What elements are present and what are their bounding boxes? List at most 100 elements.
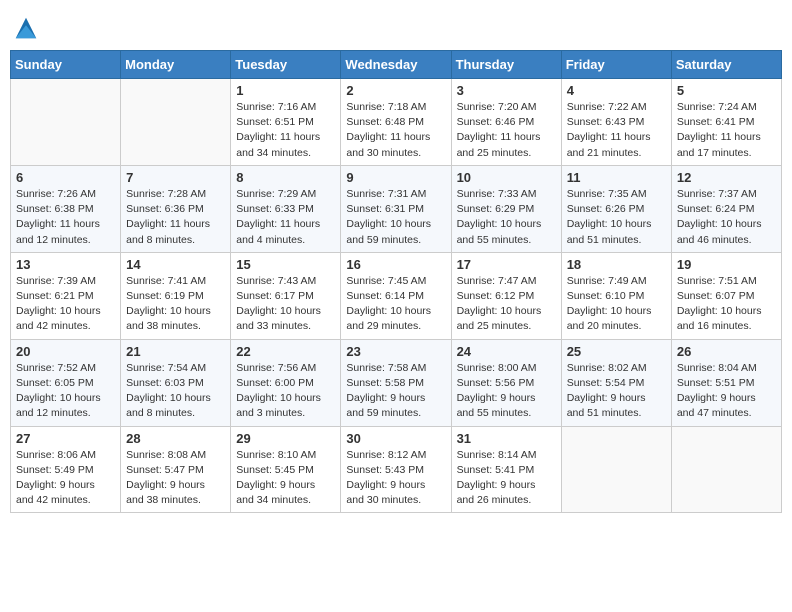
calendar-cell: [561, 426, 671, 513]
calendar-cell: 18 Sunrise: 7:49 AM Sunset: 6:10 PM Dayli…: [561, 252, 671, 339]
cell-content: Sunrise: 7:18 AM Sunset: 6:48 PM Dayligh…: [346, 100, 445, 161]
day-number: 29: [236, 431, 335, 446]
day-number: 21: [126, 344, 225, 359]
cell-content: Sunrise: 8:04 AM Sunset: 5:51 PM Dayligh…: [677, 361, 776, 422]
cell-content: Sunrise: 7:43 AM Sunset: 6:17 PM Dayligh…: [236, 274, 335, 335]
calendar-cell: 26 Sunrise: 8:04 AM Sunset: 5:51 PM Dayli…: [671, 339, 781, 426]
header-row: SundayMondayTuesdayWednesdayThursdayFrid…: [11, 51, 782, 79]
day-number: 18: [567, 257, 666, 272]
calendar-cell: [671, 426, 781, 513]
calendar-cell: [11, 79, 121, 166]
cell-content: Sunrise: 7:54 AM Sunset: 6:03 PM Dayligh…: [126, 361, 225, 422]
cell-content: Sunrise: 7:29 AM Sunset: 6:33 PM Dayligh…: [236, 187, 335, 248]
day-number: 9: [346, 170, 445, 185]
calendar-week-2: 6 Sunrise: 7:26 AM Sunset: 6:38 PM Daylig…: [11, 165, 782, 252]
calendar-cell: 15 Sunrise: 7:43 AM Sunset: 6:17 PM Dayli…: [231, 252, 341, 339]
day-number: 26: [677, 344, 776, 359]
cell-content: Sunrise: 7:51 AM Sunset: 6:07 PM Dayligh…: [677, 274, 776, 335]
weekday-header-sunday: Sunday: [11, 51, 121, 79]
calendar-cell: 31 Sunrise: 8:14 AM Sunset: 5:41 PM Dayli…: [451, 426, 561, 513]
cell-content: Sunrise: 7:26 AM Sunset: 6:38 PM Dayligh…: [16, 187, 115, 248]
weekday-header-tuesday: Tuesday: [231, 51, 341, 79]
calendar-cell: 10Sunrise: 7:33 AM Sunset: 6:29 PM Dayli…: [451, 165, 561, 252]
calendar-cell: 5 Sunrise: 7:24 AM Sunset: 6:41 PM Daylig…: [671, 79, 781, 166]
calendar-cell: 23 Sunrise: 7:58 AM Sunset: 5:58 PM Dayli…: [341, 339, 451, 426]
cell-content: Sunrise: 8:10 AM Sunset: 5:45 PM Dayligh…: [236, 448, 335, 509]
calendar-week-5: 27Sunrise: 8:06 AM Sunset: 5:49 PM Dayli…: [11, 426, 782, 513]
cell-content: Sunrise: 7:49 AM Sunset: 6:10 PM Dayligh…: [567, 274, 666, 335]
day-number: 8: [236, 170, 335, 185]
day-number: 19: [677, 257, 776, 272]
day-number: 13: [16, 257, 115, 272]
day-number: 10: [457, 170, 556, 185]
day-number: 27: [16, 431, 115, 446]
day-number: 12: [677, 170, 776, 185]
day-number: 23: [346, 344, 445, 359]
cell-content: Sunrise: 7:52 AM Sunset: 6:05 PM Dayligh…: [16, 361, 115, 422]
cell-content: Sunrise: 7:35 AM Sunset: 6:26 PM Dayligh…: [567, 187, 666, 248]
day-number: 4: [567, 83, 666, 98]
day-number: 17: [457, 257, 556, 272]
day-number: 16: [346, 257, 445, 272]
calendar-table: SundayMondayTuesdayWednesdayThursdayFrid…: [10, 50, 782, 513]
weekday-header-wednesday: Wednesday: [341, 51, 451, 79]
calendar-week-3: 13 Sunrise: 7:39 AM Sunset: 6:21 PM Dayli…: [11, 252, 782, 339]
calendar-cell: 1 Sunrise: 7:16 AM Sunset: 6:51 PM Daylig…: [231, 79, 341, 166]
day-number: 15: [236, 257, 335, 272]
calendar-cell: 19 Sunrise: 7:51 AM Sunset: 6:07 PM Dayli…: [671, 252, 781, 339]
calendar-week-4: 20 Sunrise: 7:52 AM Sunset: 6:05 PM Dayli…: [11, 339, 782, 426]
cell-content: Sunrise: 7:39 AM Sunset: 6:21 PM Dayligh…: [16, 274, 115, 335]
calendar-cell: 16 Sunrise: 7:45 AM Sunset: 6:14 PM Dayli…: [341, 252, 451, 339]
cell-content: Sunrise: 7:20 AM Sunset: 6:46 PM Dayligh…: [457, 100, 556, 161]
calendar-cell: 3 Sunrise: 7:20 AM Sunset: 6:46 PM Daylig…: [451, 79, 561, 166]
day-number: 1: [236, 83, 335, 98]
calendar-cell: 17 Sunrise: 7:47 AM Sunset: 6:12 PM Dayli…: [451, 252, 561, 339]
calendar-cell: 9 Sunrise: 7:31 AM Sunset: 6:31 PM Daylig…: [341, 165, 451, 252]
cell-content: Sunrise: 8:02 AM Sunset: 5:54 PM Dayligh…: [567, 361, 666, 422]
calendar-cell: 21 Sunrise: 7:54 AM Sunset: 6:03 PM Dayli…: [121, 339, 231, 426]
cell-content: Sunrise: 7:47 AM Sunset: 6:12 PM Dayligh…: [457, 274, 556, 335]
cell-content: Sunrise: 8:12 AM Sunset: 5:43 PM Dayligh…: [346, 448, 445, 509]
calendar-cell: 25 Sunrise: 8:02 AM Sunset: 5:54 PM Dayli…: [561, 339, 671, 426]
day-number: 25: [567, 344, 666, 359]
day-number: 22: [236, 344, 335, 359]
calendar-cell: 11 Sunrise: 7:35 AM Sunset: 6:26 PM Dayli…: [561, 165, 671, 252]
calendar-cell: 14 Sunrise: 7:41 AM Sunset: 6:19 PM Dayli…: [121, 252, 231, 339]
day-number: 6: [16, 170, 115, 185]
page-header: [10, 10, 782, 42]
day-number: 3: [457, 83, 556, 98]
calendar-cell: 28 Sunrise: 8:08 AM Sunset: 5:47 PM Dayli…: [121, 426, 231, 513]
cell-content: Sunrise: 7:41 AM Sunset: 6:19 PM Dayligh…: [126, 274, 225, 335]
day-number: 11: [567, 170, 666, 185]
cell-content: Sunrise: 7:31 AM Sunset: 6:31 PM Dayligh…: [346, 187, 445, 248]
weekday-header-saturday: Saturday: [671, 51, 781, 79]
day-number: 14: [126, 257, 225, 272]
logo: [10, 14, 40, 42]
calendar-cell: [121, 79, 231, 166]
day-number: 20: [16, 344, 115, 359]
day-number: 28: [126, 431, 225, 446]
day-number: 5: [677, 83, 776, 98]
cell-content: Sunrise: 7:45 AM Sunset: 6:14 PM Dayligh…: [346, 274, 445, 335]
cell-content: Sunrise: 7:37 AM Sunset: 6:24 PM Dayligh…: [677, 187, 776, 248]
day-number: 31: [457, 431, 556, 446]
calendar-cell: 6 Sunrise: 7:26 AM Sunset: 6:38 PM Daylig…: [11, 165, 121, 252]
calendar-cell: 12 Sunrise: 7:37 AM Sunset: 6:24 PM Dayli…: [671, 165, 781, 252]
cell-content: Sunrise: 7:28 AM Sunset: 6:36 PM Dayligh…: [126, 187, 225, 248]
calendar-cell: 29 Sunrise: 8:10 AM Sunset: 5:45 PM Dayli…: [231, 426, 341, 513]
day-number: 30: [346, 431, 445, 446]
cell-content: Sunrise: 8:08 AM Sunset: 5:47 PM Dayligh…: [126, 448, 225, 509]
cell-content: Sunrise: 7:22 AM Sunset: 6:43 PM Dayligh…: [567, 100, 666, 161]
cell-content: Sunrise: 7:24 AM Sunset: 6:41 PM Dayligh…: [677, 100, 776, 161]
day-number: 2: [346, 83, 445, 98]
calendar-week-1: 1 Sunrise: 7:16 AM Sunset: 6:51 PM Daylig…: [11, 79, 782, 166]
cell-content: Sunrise: 8:14 AM Sunset: 5:41 PM Dayligh…: [457, 448, 556, 509]
calendar-cell: 2 Sunrise: 7:18 AM Sunset: 6:48 PM Daylig…: [341, 79, 451, 166]
weekday-header-friday: Friday: [561, 51, 671, 79]
calendar-cell: 8 Sunrise: 7:29 AM Sunset: 6:33 PM Daylig…: [231, 165, 341, 252]
weekday-header-monday: Monday: [121, 51, 231, 79]
day-number: 7: [126, 170, 225, 185]
cell-content: Sunrise: 7:56 AM Sunset: 6:00 PM Dayligh…: [236, 361, 335, 422]
cell-content: Sunrise: 7:16 AM Sunset: 6:51 PM Dayligh…: [236, 100, 335, 161]
cell-content: Sunrise: 7:58 AM Sunset: 5:58 PM Dayligh…: [346, 361, 445, 422]
